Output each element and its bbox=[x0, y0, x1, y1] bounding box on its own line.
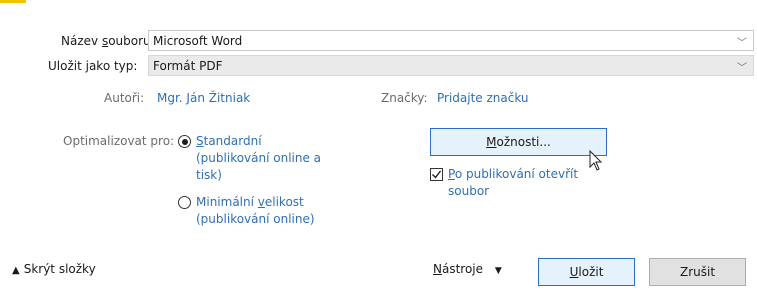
filename-label: Název souboru: bbox=[61, 34, 155, 48]
hide-folders-label: Skrýt složky bbox=[23, 262, 96, 276]
save-button[interactable]: Uložit bbox=[538, 258, 635, 286]
window-accent-mark bbox=[0, 0, 26, 3]
authors-label: Autoři: bbox=[104, 91, 145, 105]
radio-minimal-label[interactable]: Minimální velikost (publikování online) bbox=[196, 194, 315, 228]
radio-standard[interactable] bbox=[178, 135, 191, 148]
chevron-down-icon[interactable]: ﹀ bbox=[737, 59, 747, 74]
tags-label: Značky: bbox=[381, 91, 428, 105]
caret-down-icon: ▼ bbox=[494, 266, 502, 276]
open-after-publish-checkbox[interactable] bbox=[430, 168, 443, 181]
filename-input[interactable]: Microsoft Word ﹀ bbox=[148, 30, 754, 51]
chevron-down-icon[interactable]: ﹀ bbox=[737, 34, 747, 49]
hide-folders-toggle[interactable]: ▲ Skrýt složky bbox=[12, 262, 96, 276]
cancel-button[interactable]: Zrušit bbox=[649, 258, 746, 286]
filename-value: Microsoft Word bbox=[153, 34, 243, 48]
checkmark-icon bbox=[432, 170, 442, 179]
radio-standard-label[interactable]: Standardní (publikování online a tisk) bbox=[196, 133, 321, 184]
tags-value[interactable]: Pridajte značku bbox=[437, 91, 529, 105]
save-type-label: Uložit jako typ: bbox=[48, 59, 138, 73]
chevron-up-icon: ▲ bbox=[12, 265, 20, 276]
authors-value[interactable]: Mgr. Ján Žitniak bbox=[157, 91, 250, 105]
options-button[interactable]: Možnosti... bbox=[430, 128, 607, 156]
optimize-label: Optimalizovat pro: bbox=[63, 134, 175, 148]
tools-menu[interactable]: Nástroje ▼ bbox=[433, 262, 502, 276]
radio-minimal[interactable] bbox=[178, 196, 191, 209]
save-type-value: Formát PDF bbox=[153, 59, 223, 73]
mouse-pointer-icon bbox=[589, 150, 603, 171]
open-after-publish-label[interactable]: Po publikování otevřít soubor bbox=[448, 166, 578, 200]
save-type-select[interactable]: Formát PDF ﹀ bbox=[148, 55, 754, 76]
